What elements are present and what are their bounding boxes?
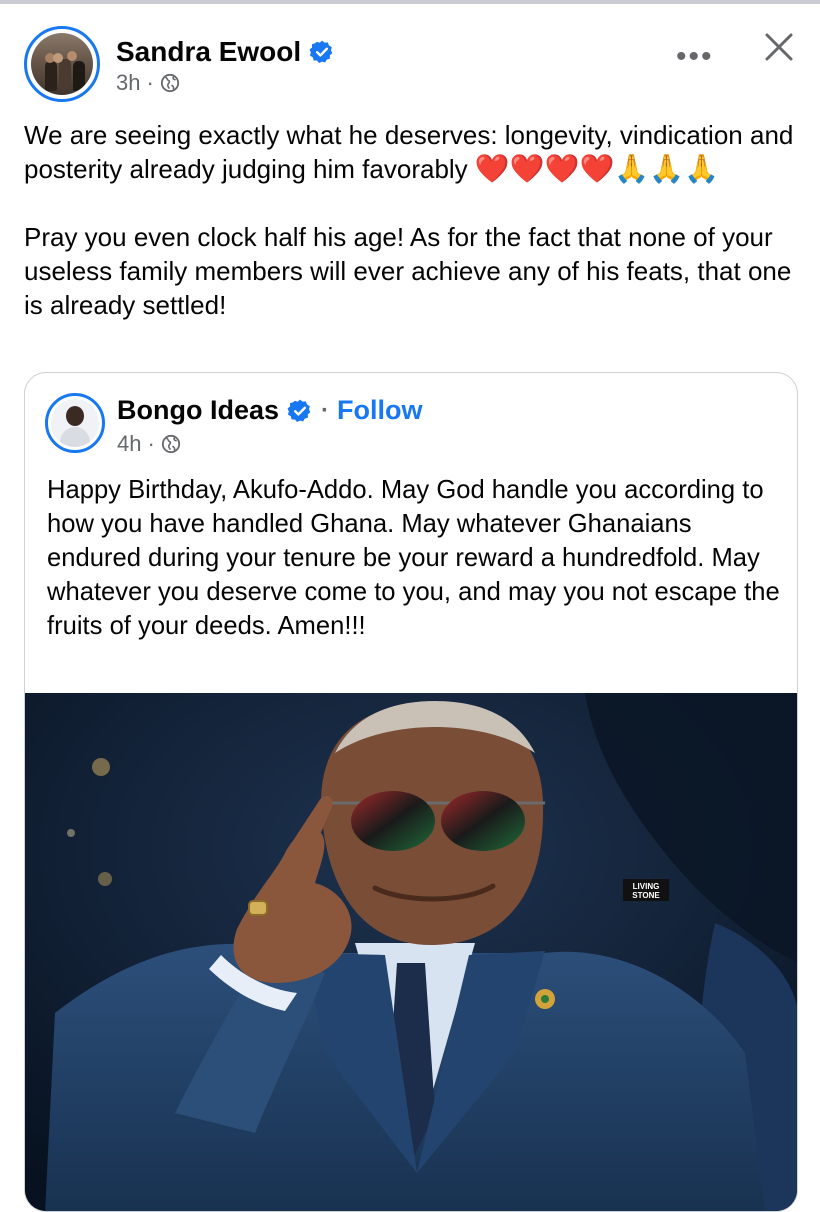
- globe-icon: [161, 434, 180, 454]
- follow-button[interactable]: Follow: [337, 395, 422, 426]
- author-avatar[interactable]: [24, 26, 100, 102]
- shared-post-photo[interactable]: LIVING STONE: [25, 693, 797, 1211]
- follow-separator: ·: [321, 396, 330, 424]
- shared-post-card[interactable]: Bongo Ideas · Follow 4h · Happy Birthday…: [24, 372, 798, 1212]
- more-options-icon[interactable]: •••: [676, 40, 714, 74]
- svg-text:STONE: STONE: [632, 891, 660, 900]
- shared-author-row: Bongo Ideas · Follow: [117, 395, 423, 426]
- shared-author-name[interactable]: Bongo Ideas: [117, 395, 279, 426]
- verified-badge-icon: [309, 40, 333, 64]
- post-paragraph-2: Pray you even clock half his age! As for…: [24, 222, 792, 320]
- author-row: Sandra Ewool: [116, 36, 335, 68]
- post-time[interactable]: 3h: [116, 70, 140, 96]
- photo-illustration: LIVING STONE: [25, 693, 797, 1211]
- avatar-photo: [31, 33, 93, 95]
- shared-author-avatar[interactable]: [45, 393, 105, 453]
- post-meta: 3h ·: [116, 70, 180, 96]
- meta-separator: ·: [147, 431, 155, 456]
- author-name[interactable]: Sandra Ewool: [116, 36, 301, 68]
- post-paragraph-1: We are seeing exactly what he deserves: …: [24, 118, 804, 186]
- verified-badge-icon: [287, 399, 311, 422]
- globe-icon: [160, 73, 179, 93]
- shared-post-time[interactable]: 4h: [117, 431, 141, 457]
- shared-avatar-photo: [51, 399, 99, 447]
- post-text: We are seeing exactly what he deserves: …: [24, 118, 804, 356]
- shared-post-meta: 4h ·: [117, 431, 181, 457]
- emoji-sequence: ❤️❤️❤️❤️🙏🙏🙏: [474, 153, 719, 184]
- post-header: Sandra Ewool 3h · •••: [0, 4, 820, 104]
- close-icon[interactable]: [764, 32, 794, 62]
- svg-text:LIVING: LIVING: [633, 882, 660, 891]
- meta-separator: ·: [146, 70, 154, 95]
- shared-post-text: Happy Birthday, Akufo-Addo. May God hand…: [47, 476, 780, 640]
